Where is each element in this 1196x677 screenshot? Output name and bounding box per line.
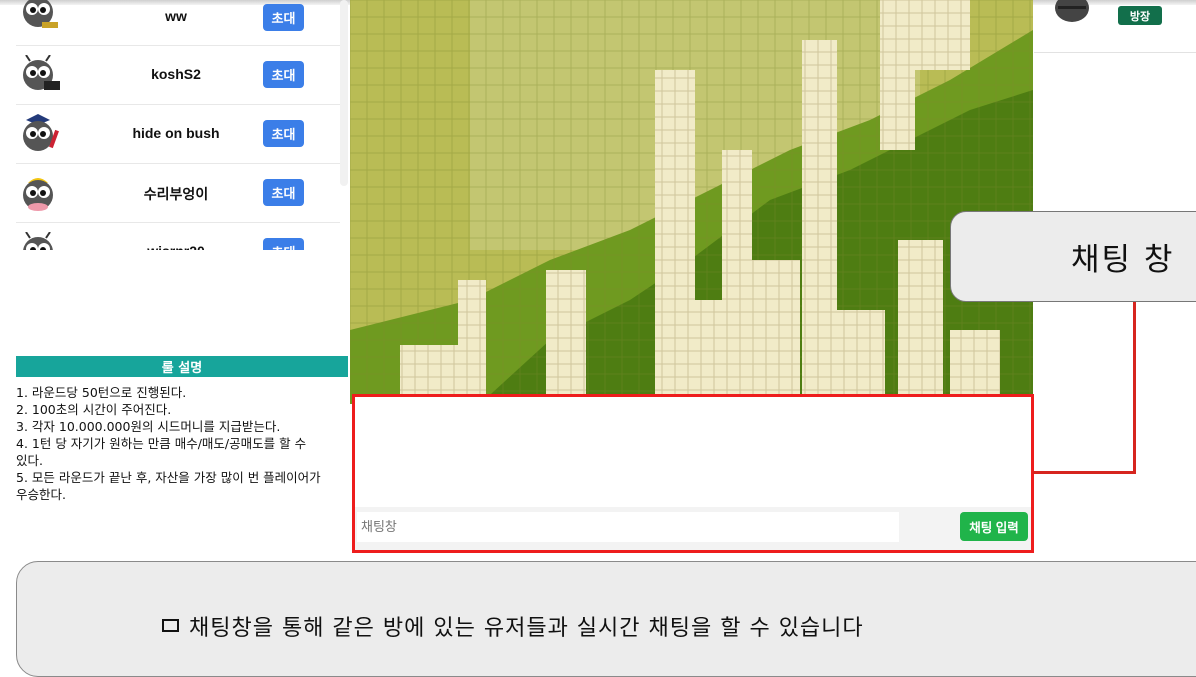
caption-text: 채팅창을 통해 같은 방에 있는 유저들과 실시간 채팅을 할 수 있습니다 [189, 616, 864, 641]
rules-line: 우승한다. [16, 487, 66, 502]
ant-avatar-icon [23, 232, 53, 250]
callout-connector [1133, 297, 1136, 474]
ant-avatar-icon [23, 55, 60, 90]
user-row: ww 초대 [16, 0, 340, 46]
caption-box: 채팅창을 통해 같은 방에 있는 유저들과 실시간 채팅을 할 수 있습니다 [16, 561, 1196, 677]
ant-avatar-icon [23, 0, 58, 28]
rules-line: 4. 1턴 당 자기가 원하는 만큼 매수/매도/공매도를 할 수 [16, 436, 307, 451]
invite-button[interactable]: 초대 [263, 179, 304, 206]
room-owner: 방장 [1034, 0, 1196, 53]
caption-line: 채팅창을 통해 같은 방에 있는 유저들과 실시간 채팅을 할 수 있습니다 [162, 610, 864, 642]
user-name: hide on bush [132, 125, 220, 141]
ant-avatar-helmet-icon [23, 178, 53, 211]
user-row: wisrnr20 초대 [16, 223, 340, 250]
user-name: wisrnr20 [86, 243, 266, 250]
invite-button[interactable]: 초대 [263, 120, 304, 147]
invite-button[interactable]: 초대 [263, 238, 304, 250]
user-name: 수리부엉이 [143, 186, 209, 202]
owner-badge: 방장 [1118, 6, 1162, 25]
user-row: koshS2 초대 [16, 46, 340, 105]
user-name: ww [165, 8, 187, 24]
rules-description: 1. 라운드당 50턴으로 진행된다. 2. 100초의 시간이 주어진다. 3… [16, 384, 342, 503]
user-list[interactable]: ww 초대 koshS2 초대 hide on bush 초대 수리부엉이 초대 [16, 0, 340, 250]
chat-callout: 채팅 창 [950, 211, 1196, 302]
callout-label: 채팅 창 [1071, 242, 1175, 278]
chat-window: 채팅 입력 [352, 394, 1034, 553]
invite-button[interactable]: 초대 [263, 4, 304, 31]
rules-line: 있다. [16, 453, 43, 468]
chat-input[interactable] [357, 512, 899, 542]
bullet-square-icon [162, 619, 179, 632]
rules-title: 룰 설명 [16, 356, 348, 377]
chat-input-bar: 채팅 입력 [355, 507, 1031, 550]
rules-line: 5. 모든 라운드가 끝난 후, 자산을 가장 많이 번 플레이어가 [16, 470, 321, 485]
rules-line: 1. 라운드당 50턴으로 진행된다. [16, 385, 187, 400]
ant-avatar-graduate-icon [23, 114, 59, 151]
rules-line: 3. 각자 10.000.000원의 시드머니를 지급받는다. [16, 419, 281, 434]
chat-messages [355, 397, 1031, 507]
user-row: 수리부엉이 초대 [16, 164, 340, 223]
user-row: hide on bush 초대 [16, 105, 340, 164]
user-name: koshS2 [151, 66, 201, 82]
chat-send-button[interactable]: 채팅 입력 [960, 512, 1028, 541]
callout-connector [1033, 471, 1136, 474]
rules-line: 2. 100초의 시간이 주어진다. [16, 402, 172, 417]
ant-avatar-icon [1055, 0, 1089, 22]
user-list-scrollbar[interactable] [340, 0, 348, 186]
game-background-image [350, 0, 1033, 404]
invite-button[interactable]: 초대 [263, 61, 304, 88]
